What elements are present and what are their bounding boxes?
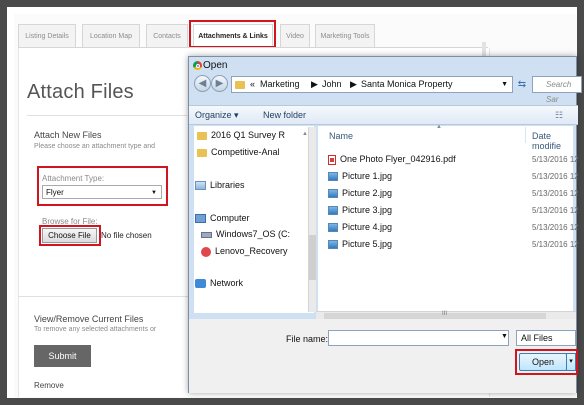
new-folder-button[interactable]: New folder xyxy=(263,110,306,120)
file-row[interactable]: Picture 1.jpg xyxy=(328,171,393,182)
view-remove-heading: View/Remove Current Files xyxy=(34,314,144,324)
search-input[interactable]: Search Sar xyxy=(532,76,582,104)
scroll-grip: III xyxy=(442,311,448,317)
file-type-select[interactable]: All Files xyxy=(516,330,576,346)
title-divider xyxy=(27,115,187,116)
file-date: 5/13/2016 12 xyxy=(532,206,579,215)
nav-item-recovery-drive[interactable]: Lenovo_Recovery xyxy=(201,246,288,257)
column-separator[interactable] xyxy=(525,127,526,143)
tab-listing-details[interactable]: Listing Details xyxy=(18,24,76,48)
chrome-icon xyxy=(193,61,202,70)
breadcrumb-santa-monica[interactable]: Santa Monica Property xyxy=(361,77,453,92)
nav-item-network[interactable]: Network xyxy=(195,278,244,289)
file-date: 5/13/2016 12 xyxy=(532,172,579,181)
nav-item-computer[interactable]: Computer xyxy=(195,213,250,224)
nav-item-label: Competitive-Anal xyxy=(211,147,280,157)
refresh-icon[interactable]: ⇆ xyxy=(515,76,529,93)
choose-file-highlight xyxy=(39,225,101,246)
tab-video[interactable]: Video xyxy=(280,24,310,48)
network-icon xyxy=(195,279,206,289)
file-name: Picture 4.jpg xyxy=(342,222,393,232)
nav-item-windows-drive[interactable]: Windows7_OS (C: xyxy=(201,229,290,239)
file-name: Picture 5.jpg xyxy=(342,239,393,249)
column-header-date[interactable]: Date modifie xyxy=(532,131,576,151)
nav-item-label: Lenovo_Recovery xyxy=(215,246,288,256)
jpg-icon xyxy=(328,189,338,199)
nav-item-competitive[interactable]: Competitive-Anal xyxy=(197,147,280,157)
view-remove-subtext: To remove any selected attachments or xyxy=(34,326,157,333)
remove-column-header: Remove xyxy=(34,381,64,390)
attach-new-subtext: Please choose an attachment type and xyxy=(34,143,156,150)
back-button[interactable]: ◀ xyxy=(194,75,211,92)
file-name: One Photo Flyer_042916.pdf xyxy=(340,154,456,164)
submit-button[interactable]: Submit xyxy=(34,345,91,367)
file-row[interactable]: Picture 4.jpg xyxy=(328,222,393,233)
tab-marketing-tools[interactable]: Marketing Tools xyxy=(315,24,375,48)
breadcrumb-marketing[interactable]: Marketing xyxy=(260,77,300,92)
drive-icon xyxy=(201,231,212,238)
active-tab-highlight xyxy=(189,20,276,48)
open-file-dialog: Open ◀ ▶ « Marketing ▶ John ▶ Santa Moni… xyxy=(188,56,582,393)
file-row[interactable]: Picture 2.jpg xyxy=(328,188,393,199)
scroll-up-arrow[interactable]: ▲ xyxy=(302,131,308,137)
folder-icon xyxy=(235,81,245,89)
section-divider xyxy=(18,296,188,297)
column-header-name[interactable]: Name xyxy=(329,131,353,141)
file-name: Picture 3.jpg xyxy=(342,205,393,215)
attachment-type-highlight xyxy=(37,166,168,206)
computer-icon xyxy=(195,214,206,224)
nav-scrollbar[interactable] xyxy=(308,127,316,312)
file-date: 5/13/2016 12 xyxy=(532,189,579,198)
organize-menu[interactable]: Organize ▾ xyxy=(195,110,239,121)
file-name-field[interactable] xyxy=(328,330,509,346)
no-file-text: No file chosen xyxy=(101,231,152,240)
tab-location-map[interactable]: Location Map xyxy=(82,24,140,48)
jpg-icon xyxy=(328,206,338,216)
dialog-title: Open xyxy=(203,60,228,71)
breadcrumb-separator-icon: ▶ xyxy=(350,79,357,89)
nav-item-label: 2016 Q1 Survey R xyxy=(211,130,286,140)
nav-scroll-thumb[interactable] xyxy=(309,235,316,280)
tab-contacts[interactable]: Contacts xyxy=(146,24,188,48)
breadcrumb-prefix: « xyxy=(250,79,256,89)
folder-icon xyxy=(197,131,207,140)
nav-item-label: Network xyxy=(210,278,244,288)
open-button-highlight xyxy=(515,349,578,375)
file-name: Picture 2.jpg xyxy=(342,188,393,198)
address-bar[interactable]: « Marketing ▶ John ▶ Santa Monica Proper… xyxy=(231,76,513,93)
nav-item-libraries[interactable]: Libraries xyxy=(195,180,245,191)
nav-item-label: Computer xyxy=(210,213,250,223)
forward-button[interactable]: ▶ xyxy=(211,75,228,92)
sort-ascending-icon: ▲ xyxy=(436,124,442,130)
chevron-down-icon[interactable]: ▼ xyxy=(501,77,508,92)
jpg-icon xyxy=(328,240,338,250)
file-row[interactable]: Picture 3.jpg xyxy=(328,205,393,216)
breadcrumb-john[interactable]: John xyxy=(322,77,342,92)
dialog-toolbar: Organize ▾ New folder ☷ xyxy=(189,105,578,125)
breadcrumb-separator-icon: ▶ xyxy=(311,79,318,89)
file-date: 5/13/2016 12 xyxy=(532,155,579,164)
libraries-icon xyxy=(195,181,206,191)
jpg-icon xyxy=(328,172,338,182)
search-placeholder: Search Sar xyxy=(546,80,572,104)
file-date: 5/13/2016 12 xyxy=(532,240,579,249)
file-row[interactable]: One Photo Flyer_042916.pdf xyxy=(328,154,456,165)
nav-item-survey[interactable]: 2016 Q1 Survey R xyxy=(197,130,285,140)
file-name-label: File name: xyxy=(286,334,329,344)
attach-new-heading: Attach New Files xyxy=(34,130,102,140)
nav-item-label: Windows7_OS (C: xyxy=(216,229,291,239)
file-name: Picture 1.jpg xyxy=(342,171,393,181)
folder-icon xyxy=(197,148,207,157)
recovery-drive-icon xyxy=(201,246,211,257)
file-row[interactable]: Picture 5.jpg xyxy=(328,239,393,250)
page-title: Attach Files xyxy=(27,81,134,103)
pdf-icon xyxy=(328,154,336,165)
view-options-icon[interactable]: ☷ xyxy=(555,110,563,121)
nav-item-label: Libraries xyxy=(210,180,245,190)
jpg-icon xyxy=(328,223,338,233)
file-date: 5/13/2016 12 xyxy=(532,223,579,232)
chevron-down-icon[interactable]: ▼ xyxy=(501,333,508,340)
